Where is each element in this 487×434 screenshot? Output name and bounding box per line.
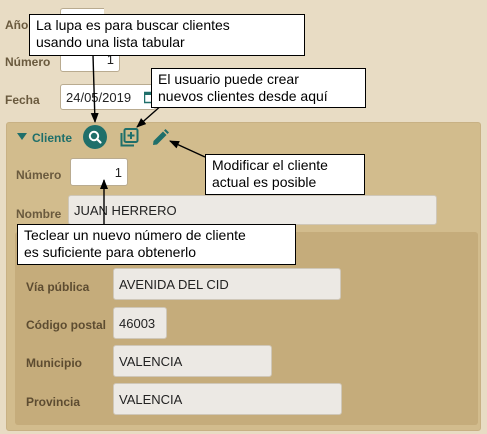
edit-callout-arrow xyxy=(169,140,206,158)
type-callout: Teclear un nuevo número de cliente es su… xyxy=(17,224,296,265)
create-callout: El usuario puede crear nuevos clientes d… xyxy=(151,68,366,108)
search-callout: La lupa es para buscar clientes usando u… xyxy=(29,14,305,56)
edit-callout: Modificar el cliente actual es posible xyxy=(205,154,365,195)
annotation-arrows xyxy=(90,54,206,224)
search-callout-arrow xyxy=(90,54,99,123)
